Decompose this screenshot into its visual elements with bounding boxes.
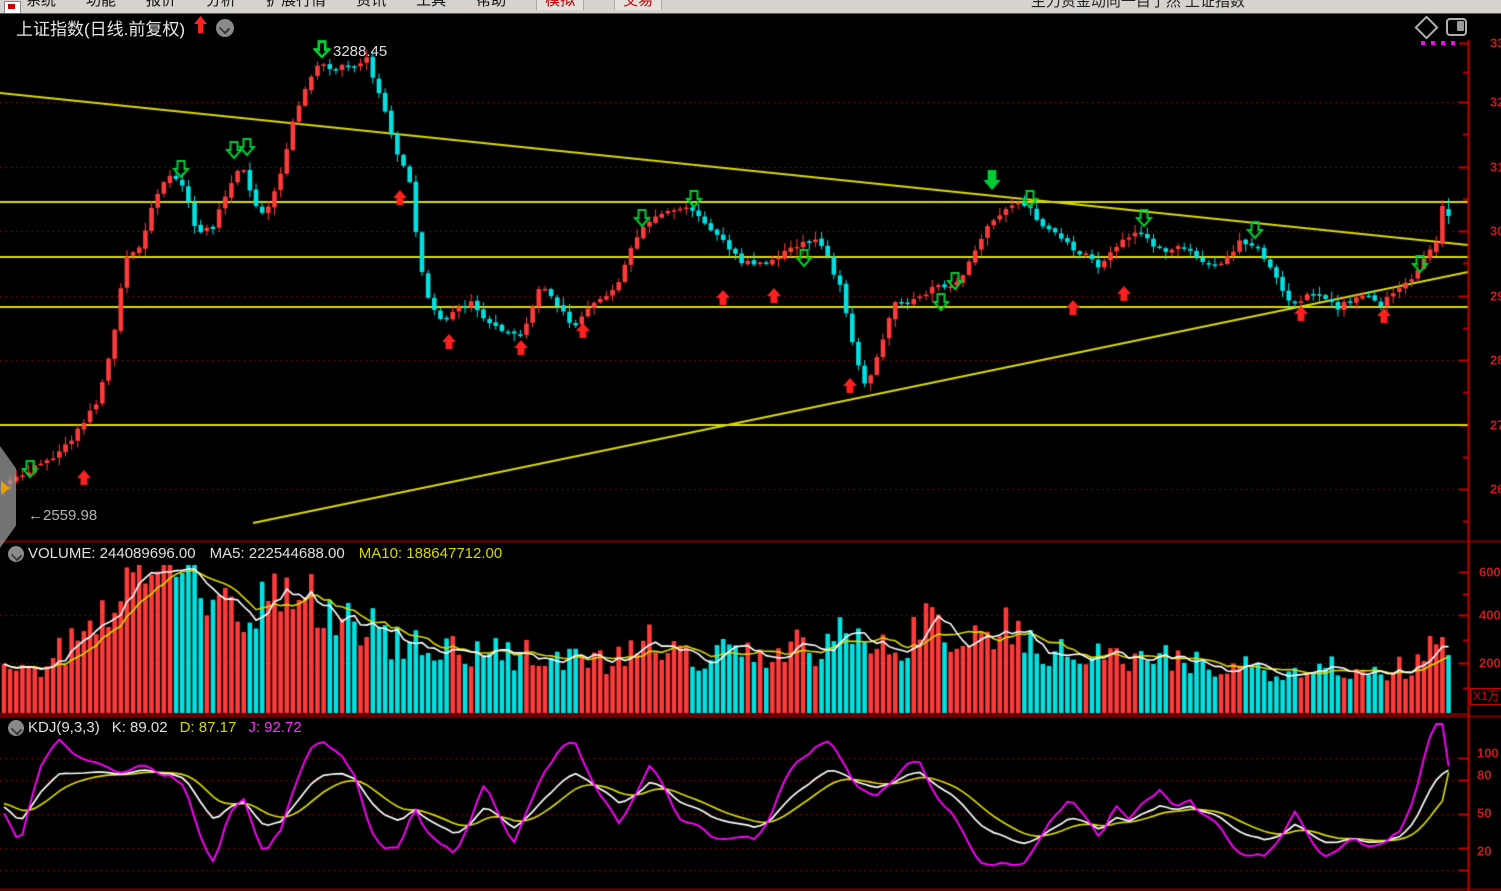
volume-ma5: MA5: 222544688.00 bbox=[210, 545, 345, 562]
price-axis-label: 3000 bbox=[1490, 224, 1501, 239]
left-handle-arrow-icon bbox=[1, 481, 10, 495]
kdj-name: KDJ(9,3,3) bbox=[28, 719, 100, 736]
peak-price-label: 3288.45 bbox=[333, 43, 387, 60]
menu-items: 系统 功能 报价 分析 扩展行情 资讯 工具 帮助 模拟 交易 bbox=[26, 0, 692, 10]
kdj-axis-label: 80 bbox=[1477, 768, 1491, 783]
price-axis-label: 3300 bbox=[1490, 36, 1501, 51]
kdj-axis-label: 100 bbox=[1477, 746, 1499, 761]
price-axis-label: 2800 bbox=[1490, 353, 1501, 368]
price-axis-label: 2700 bbox=[1490, 418, 1501, 433]
volume-unit-multiplier: X1万 bbox=[1470, 688, 1501, 705]
chart-tool-icons bbox=[1412, 16, 1482, 48]
volume-header: VOLUME: 244089696.00 MA5: 222544688.00 MA1… bbox=[28, 545, 516, 562]
menu-item[interactable]: 扩展行情 bbox=[266, 0, 326, 10]
dot-icon bbox=[1441, 41, 1445, 45]
layout-tool-icon[interactable] bbox=[1446, 18, 1467, 36]
menu-bar: 系统 功能 报价 分析 扩展行情 资讯 工具 帮助 模拟 交易 主力资金动向一目了然 上证指数 bbox=[0, 0, 1501, 14]
menu-item[interactable]: 功能 bbox=[86, 0, 116, 10]
kdj-j: J: 92.72 bbox=[248, 719, 301, 736]
dot-icon bbox=[1421, 41, 1425, 45]
dot-icon bbox=[1431, 41, 1435, 45]
app-icon[interactable] bbox=[4, 1, 21, 14]
volume-axis-label: 4000 bbox=[1479, 608, 1501, 623]
dot-icon bbox=[1451, 41, 1455, 45]
up-arrow-icon bbox=[193, 16, 208, 39]
volume-axis-label: 2000 bbox=[1479, 656, 1501, 671]
collapse-main-icon[interactable] bbox=[216, 19, 234, 37]
collapse-kdj-icon[interactable] bbox=[8, 720, 24, 736]
volume-ma10: MA10: 188647712.00 bbox=[359, 545, 502, 562]
low-price-label: ←2559.98 bbox=[28, 507, 97, 524]
kdj-axis-label: 50 bbox=[1477, 806, 1491, 821]
volume-axis-label: 6000 bbox=[1479, 565, 1501, 580]
collapse-volume-icon[interactable] bbox=[8, 546, 24, 562]
menu-item[interactable]: 分析 bbox=[206, 0, 236, 10]
kdj-header: KDJ(9,3,3) K: 89.02 D: 87.17 J: 92.72 bbox=[28, 719, 314, 736]
menu-item[interactable]: 报价 bbox=[146, 0, 176, 10]
symbol-title: 上证指数(日线.前复权) bbox=[16, 15, 185, 40]
stock-app-window: { "menu": { "items": ["系统","功能","报价","分析… bbox=[0, 0, 1501, 891]
price-axis-label: 3100 bbox=[1490, 160, 1501, 175]
chart-title-row: 上证指数(日线.前复权) bbox=[16, 15, 234, 40]
menu-item[interactable]: 系统 bbox=[26, 0, 56, 10]
menu-item[interactable]: 资讯 bbox=[356, 0, 386, 10]
volume-value: VOLUME: 244089696.00 bbox=[28, 545, 196, 562]
price-axis-label: 2600 bbox=[1490, 482, 1501, 497]
chart-canvas[interactable] bbox=[0, 0, 1501, 891]
price-axis-label: 2900 bbox=[1490, 289, 1501, 304]
menu-item[interactable]: 帮助 bbox=[476, 0, 506, 10]
menu-item[interactable]: 工具 bbox=[416, 0, 446, 10]
menu-item-red[interactable]: 交易 bbox=[614, 0, 662, 10]
price-axis-label: 3200 bbox=[1490, 95, 1501, 110]
kdj-axis-label: 20 bbox=[1477, 844, 1491, 859]
window-title: 主力资金动向一目了然 上证指数 bbox=[1031, 0, 1245, 11]
kdj-k: K: 89.02 bbox=[112, 719, 168, 736]
menu-item-red[interactable]: 模拟 bbox=[536, 0, 584, 10]
diamond-tool-icon[interactable] bbox=[1414, 15, 1438, 39]
sell-arrow-peak-icon bbox=[313, 41, 331, 63]
kdj-d: D: 87.17 bbox=[180, 719, 237, 736]
